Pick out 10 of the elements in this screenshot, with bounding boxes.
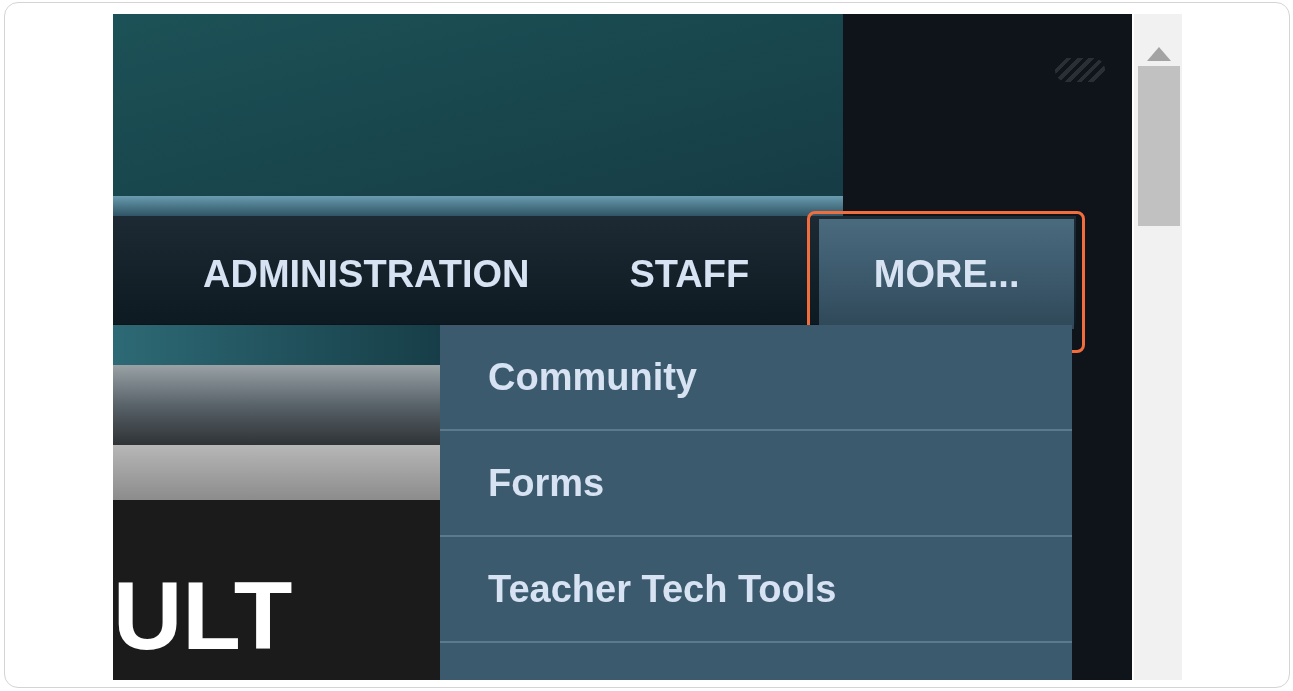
dropdown-item[interactable]: Community [440, 325, 1072, 431]
scroll-up-arrow-icon[interactable] [1147, 47, 1171, 61]
scrollbar-thumb[interactable] [1138, 66, 1180, 226]
nav-tab[interactable]: STAFF [579, 226, 800, 322]
dropdown-item[interactable]: Forms [440, 431, 1072, 537]
nav-tab[interactable]: MORE... [819, 219, 1075, 329]
scrollbar[interactable] [1134, 14, 1182, 680]
nav-tab[interactable]: ADMINISTRATION [153, 226, 580, 322]
dropdown-item[interactable]: Teacher Tech Tools [440, 537, 1072, 643]
banner-heading: ULT [113, 568, 294, 664]
